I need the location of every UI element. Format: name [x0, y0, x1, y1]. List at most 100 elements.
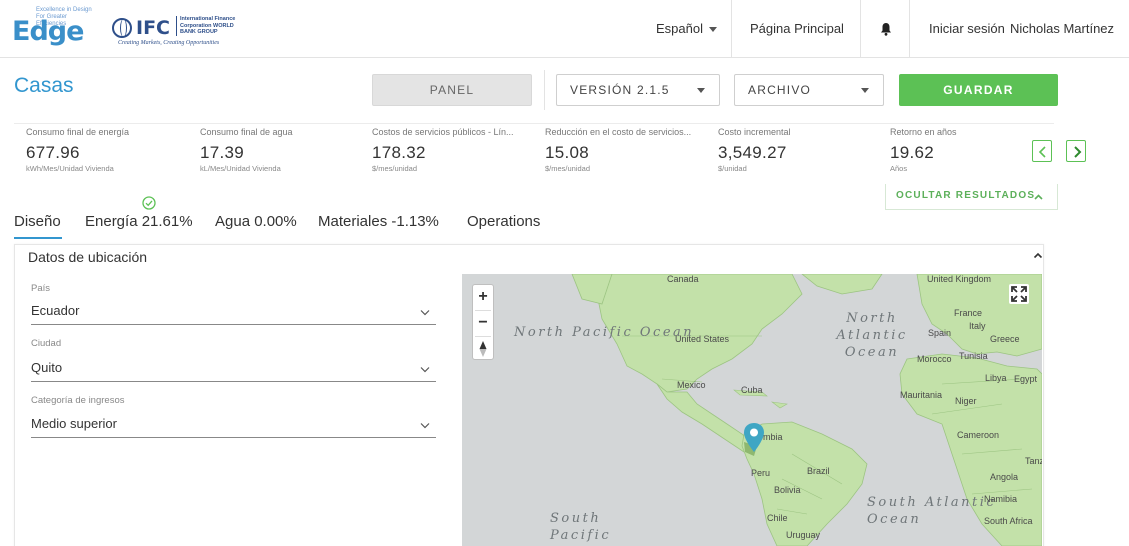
- metric-unit: kWh/Mes/Unidad Vivienda: [26, 164, 114, 173]
- collapse-chevron-icon[interactable]: [1033, 252, 1043, 259]
- city-value: Quito: [31, 360, 63, 375]
- nav-divider: [909, 0, 910, 58]
- location-map[interactable]: North Pacific Ocean North Atlantic Ocean…: [462, 274, 1042, 546]
- ifc-motto: Creating Markets, Creating Opportunities: [118, 40, 220, 46]
- map-label-france: France: [954, 308, 983, 318]
- map-label-canada: Canada: [667, 274, 699, 284]
- city-label: Ciudad: [31, 338, 62, 349]
- location-panel-title: Datos de ubicación: [28, 249, 148, 265]
- file-label: ARCHIVO: [748, 83, 812, 97]
- zoom-out-button[interactable]: −: [473, 311, 493, 335]
- map-label-brazil: Brazil: [807, 466, 830, 476]
- tab-materials[interactable]: Materiales -1.13%: [318, 213, 439, 230]
- page-title: Casas: [14, 74, 74, 97]
- caret-down-icon: [861, 88, 869, 93]
- map-label-uruguay: Uruguay: [786, 530, 821, 540]
- compass-reset-icon[interactable]: [478, 340, 488, 358]
- map-label-libya: Libya: [985, 373, 1007, 383]
- country-value: Ecuador: [31, 303, 80, 318]
- map-label-morocco: Morocco: [917, 354, 952, 364]
- metrics-prev-button[interactable]: [1032, 140, 1052, 162]
- metric-value: 19.62: [890, 143, 935, 162]
- ocean-label-north-pacific: North Pacific Ocean: [514, 325, 695, 340]
- chevron-up-icon: [1034, 194, 1043, 200]
- metric-value: 178.32: [372, 143, 426, 162]
- metric-label: Costos de servicios públicos - Lín...: [372, 127, 514, 137]
- map-label-angola: Angola: [990, 472, 1019, 482]
- metric-label: Retorno en años: [890, 127, 957, 137]
- chevron-down-icon: [420, 423, 430, 429]
- metric-unit: Años: [890, 164, 908, 173]
- active-tab-indicator: [14, 237, 62, 239]
- file-select[interactable]: ARCHIVO: [734, 74, 884, 106]
- metric-value: 15.08: [545, 143, 590, 162]
- language-label: Español: [656, 21, 703, 36]
- map-label-peru: Peru: [751, 468, 771, 478]
- save-button[interactable]: GUARDAR: [899, 74, 1058, 106]
- zoom-divider: [475, 336, 491, 337]
- map-label-chile: Chile: [767, 513, 788, 523]
- login-link[interactable]: Iniciar sesión: [929, 0, 1005, 58]
- map-label-italy: Italy: [969, 321, 986, 331]
- map-label-mauritania: Mauritania: [900, 390, 943, 400]
- map-label-united-kingdom: United Kingdom: [927, 274, 992, 284]
- metric-unit: $/unidad: [718, 164, 747, 173]
- nav-divider: [860, 0, 861, 58]
- caret-down-icon: [697, 88, 705, 93]
- map-label-spain: Spain: [928, 328, 952, 338]
- panel-button[interactable]: PANEL: [372, 74, 532, 106]
- income-category-value: Medio superior: [31, 416, 117, 431]
- metric-unit: $/mes/unidad: [372, 164, 418, 173]
- ifc-globe-icon: [112, 18, 132, 38]
- hide-results-label: OCULTAR RESULTADOS: [896, 190, 1036, 201]
- metric-unit: kL/Mes/Unidad Vivienda: [200, 164, 281, 173]
- zoom-in-button[interactable]: +: [473, 285, 493, 309]
- hide-results-button[interactable]: OCULTAR RESULTADOS: [885, 184, 1058, 210]
- metric-label: Reducción en el costo de servicios...: [545, 127, 692, 137]
- income-category-select[interactable]: Medio superior: [31, 416, 436, 438]
- map-label-united-states: United States: [675, 334, 730, 344]
- chevron-left-icon: [1038, 146, 1046, 158]
- income-category-label: Categoría de ingresos: [31, 395, 125, 406]
- bell-icon[interactable]: [880, 0, 900, 58]
- metric-incremental-cost: Costo incremental 3,549.27 $/unidad: [718, 127, 888, 173]
- metric-value: 677.96: [26, 143, 80, 162]
- metric-payback: Retorno en años 19.62 Años: [890, 127, 1010, 173]
- user-name[interactable]: Nicholas Martínez: [1010, 0, 1114, 58]
- city-select[interactable]: Quito: [31, 360, 436, 382]
- language-selector[interactable]: Español: [656, 0, 717, 58]
- top-navigation-bar: Excellence in Design For Greater Efficie…: [0, 0, 1129, 58]
- nav-divider: [731, 0, 732, 58]
- metric-label: Costo incremental: [718, 127, 791, 137]
- metrics-divider: [14, 123, 1054, 124]
- edge-ifc-logo[interactable]: Excellence in Design For Greater Efficie…: [12, 6, 252, 50]
- home-link[interactable]: Página Principal: [750, 0, 844, 58]
- country-label: País: [31, 283, 51, 294]
- ifc-logo-text: IFC: [136, 17, 170, 39]
- map-label-namibia: Namibia: [984, 494, 1018, 504]
- metric-value: 17.39: [200, 143, 245, 162]
- metrics-next-button[interactable]: [1066, 140, 1086, 162]
- metric-unit: $/mes/unidad: [545, 164, 591, 173]
- metric-water: Consumo final de agua 17.39 kL/Mes/Unida…: [200, 127, 370, 173]
- tab-water[interactable]: Agua 0.00%: [215, 213, 297, 230]
- country-select[interactable]: Ecuador: [31, 303, 436, 325]
- map-label-greece: Greece: [990, 334, 1020, 344]
- map-label-tunisia: Tunisia: [959, 351, 988, 361]
- version-label: VERSIÓN 2.1.5: [570, 83, 670, 97]
- map-zoom-control: + −: [472, 284, 494, 360]
- metric-energy: Consumo final de energía 677.96 kWh/Mes/…: [26, 127, 196, 173]
- map-label-niger: Niger: [955, 396, 977, 406]
- tab-operations[interactable]: Operations: [467, 213, 540, 230]
- tab-energy[interactable]: Energía 21.61%: [85, 213, 193, 230]
- tab-design[interactable]: Diseño: [14, 213, 61, 230]
- chevron-down-icon: [420, 367, 430, 373]
- metric-cost-reduction: Reducción en el costo de servicios... 15…: [545, 127, 705, 173]
- map-label-cameroon: Cameroon: [957, 430, 1000, 440]
- fullscreen-icon[interactable]: [1009, 284, 1029, 304]
- toolbar-divider: [544, 70, 545, 110]
- location-pin-icon[interactable]: [742, 422, 766, 454]
- edge-logo-text: Edge: [12, 16, 84, 47]
- map-label-tanza: Tanza: [1025, 456, 1042, 466]
- version-select[interactable]: VERSIÓN 2.1.5: [556, 74, 720, 106]
